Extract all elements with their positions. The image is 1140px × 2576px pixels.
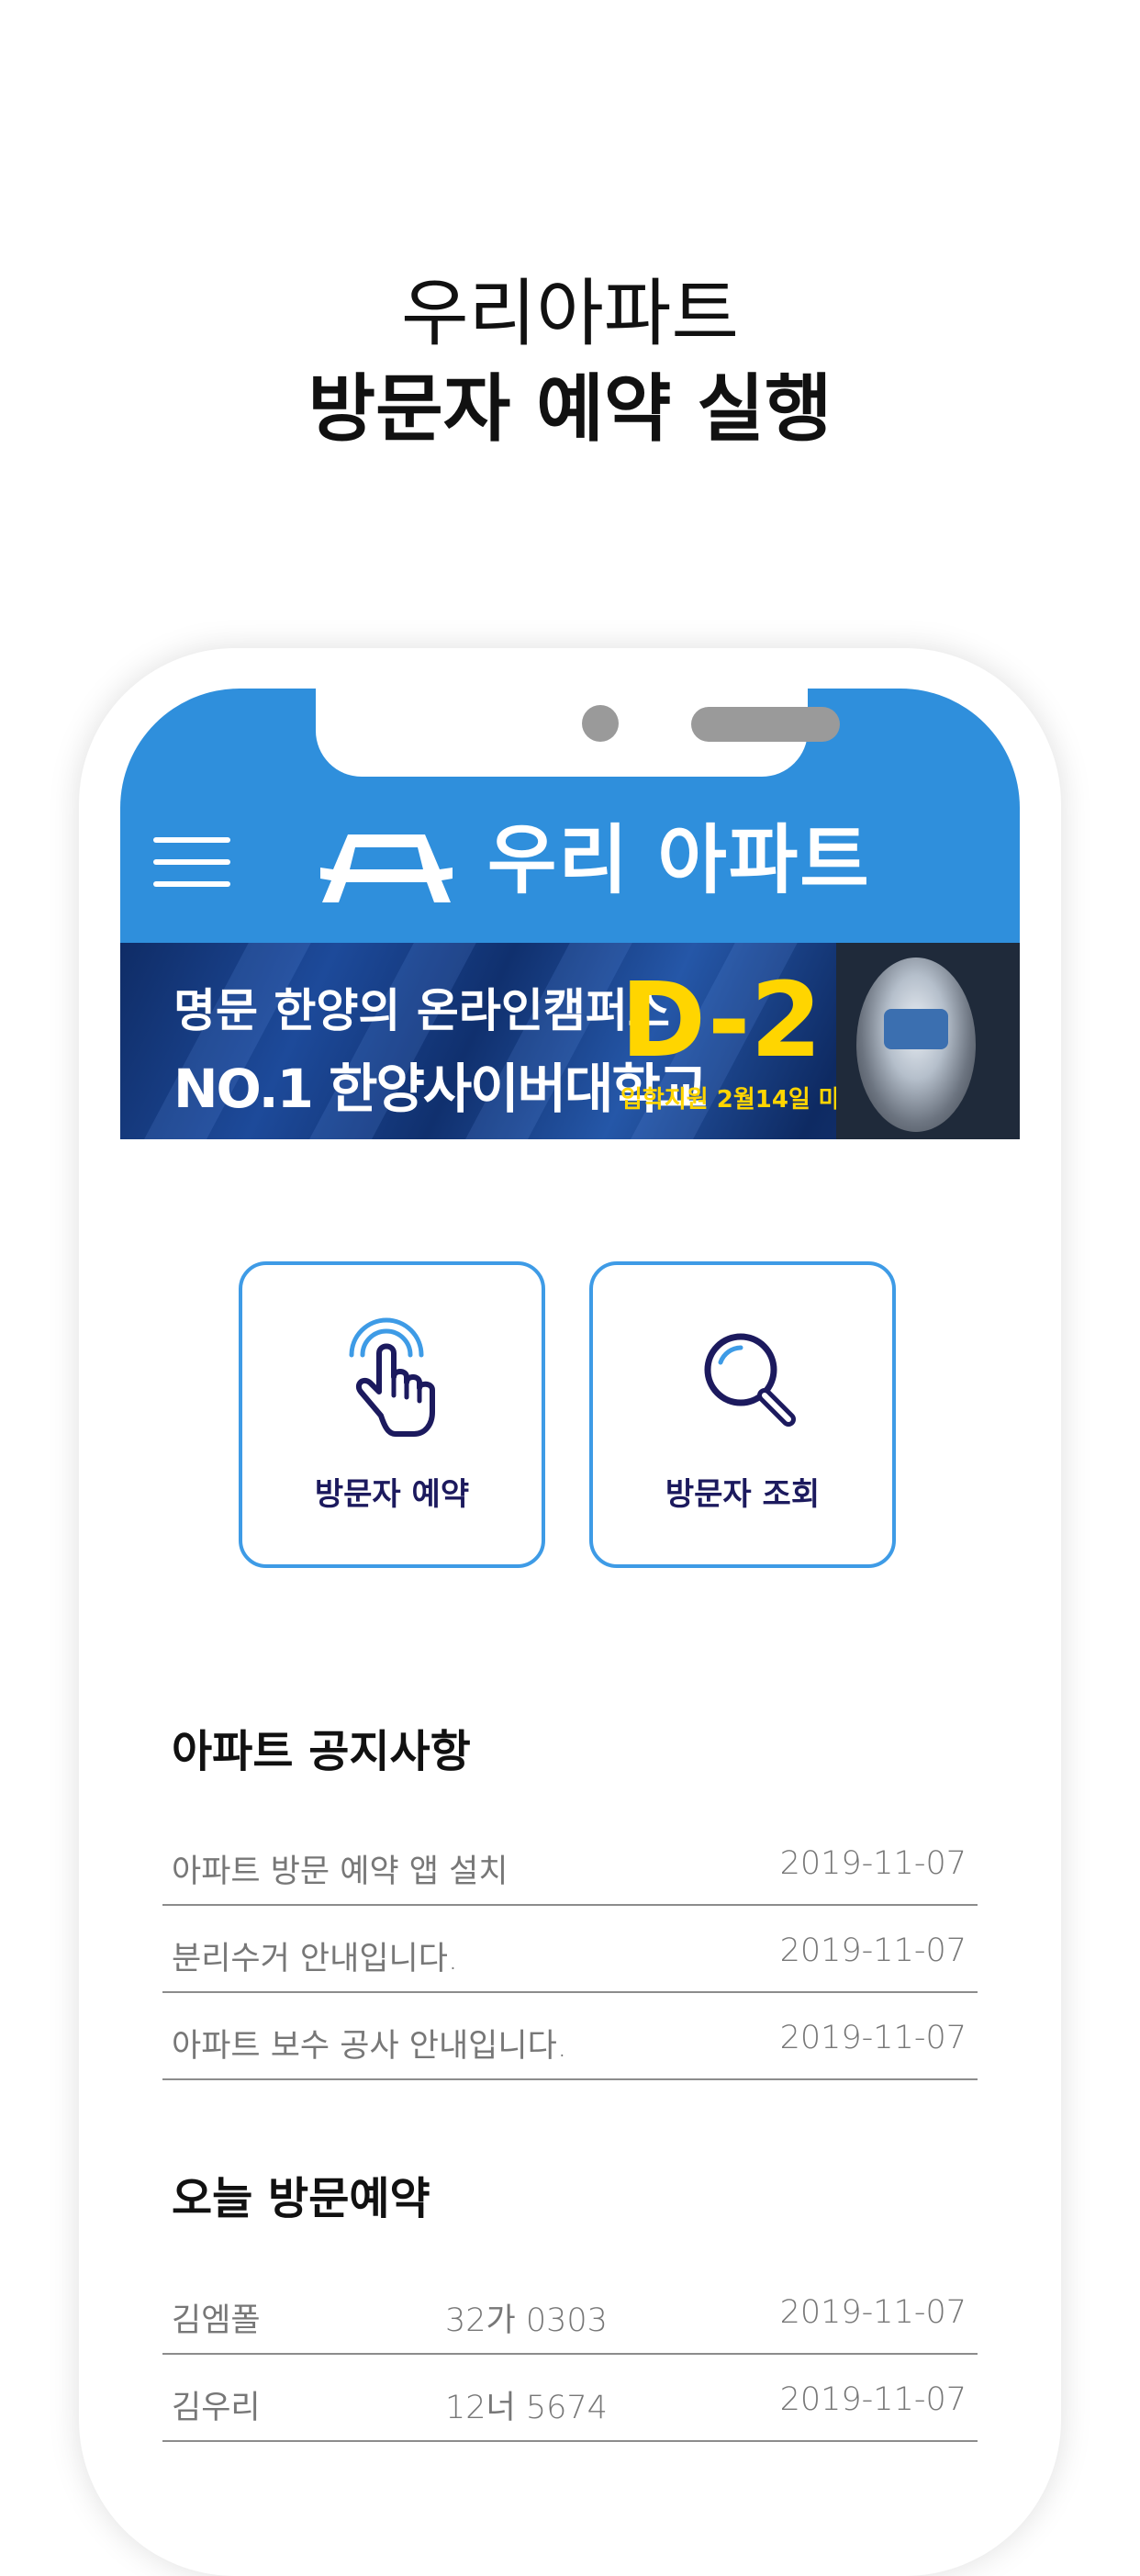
notice-title: 아파트 보수 공사 안내입니다. xyxy=(172,2028,567,2065)
touch-hand-icon xyxy=(349,1317,435,1437)
magnifier-icon xyxy=(704,1333,796,1427)
visit-row[interactable]: 김엠폴 32가 0303 2019-11-07 xyxy=(162,2268,978,2355)
promo-title: 우리아파트 xyxy=(401,271,739,356)
notice-row[interactable]: 아파트 방문 예약 앱 설치 2019-11-07 xyxy=(162,1820,978,1906)
phone-screen: 우리 아파트 명문 한양의 온라인캠퍼스 NO.1 한양사이버대학교 D-2 입… xyxy=(120,689,1020,2468)
phone-notch xyxy=(316,689,840,777)
notice-row[interactable]: 분리수거 안내입니다. 2019-11-07 xyxy=(162,1907,978,1993)
speaker-grille xyxy=(691,707,840,742)
camera-dot xyxy=(582,705,619,742)
visitor-lookup-button[interactable]: 방문자 조회 xyxy=(589,1261,896,1568)
banner-headline: 명문 한양의 온라인캠퍼스 xyxy=(173,984,670,1037)
notice-title: 분리수거 안내입니다. xyxy=(172,1941,459,1977)
visit-date: 2019-11-07 xyxy=(779,2294,967,2331)
banner-dday: D-2 xyxy=(620,961,822,1081)
promo-heading: 우리아파트 방문자 예약 실행 xyxy=(0,266,1140,457)
promo-subtitle: 방문자 예약 실행 xyxy=(307,366,833,452)
today-visits-section-title: 오늘 방문예약 xyxy=(172,2173,430,2224)
vehicle-plate: 12너 5674 xyxy=(445,2390,608,2426)
app-header: 우리 아파트 xyxy=(120,689,1020,943)
apartment-roof-logo-icon xyxy=(320,834,453,902)
visitor-lookup-label: 방문자 조회 xyxy=(665,1476,821,1513)
notices-section-title: 아파트 공지사항 xyxy=(172,1726,471,1777)
app-title: 우리 아파트 xyxy=(487,817,871,904)
notice-row[interactable]: 아파트 보수 공사 안내입니다. 2019-11-07 xyxy=(162,1994,978,2080)
notice-date: 2019-11-07 xyxy=(779,1845,967,1882)
visitor-reservation-label: 방문자 예약 xyxy=(314,1476,470,1513)
visitor-name: 김우리 xyxy=(172,2390,261,2426)
visit-row[interactable]: 김우리 12너 5674 2019-11-07 xyxy=(162,2356,978,2442)
notice-title: 아파트 방문 예약 앱 설치 xyxy=(172,1854,509,1890)
visitor-name: 김엠폴 xyxy=(172,2302,261,2339)
visit-date: 2019-11-07 xyxy=(779,2381,967,2418)
notice-date: 2019-11-07 xyxy=(779,2020,967,2056)
banner-deadline: 입학지원 2월14일 마감 xyxy=(620,1086,863,1114)
hamburger-menu-icon[interactable] xyxy=(153,837,230,887)
banner-photo xyxy=(836,943,1020,1139)
visitor-reservation-button[interactable]: 방문자 예약 xyxy=(239,1261,545,1568)
ad-banner[interactable]: 명문 한양의 온라인캠퍼스 NO.1 한양사이버대학교 D-2 입학지원 2월1… xyxy=(120,943,1020,1139)
vehicle-plate: 32가 0303 xyxy=(445,2302,608,2339)
notice-date: 2019-11-07 xyxy=(779,1932,967,1969)
